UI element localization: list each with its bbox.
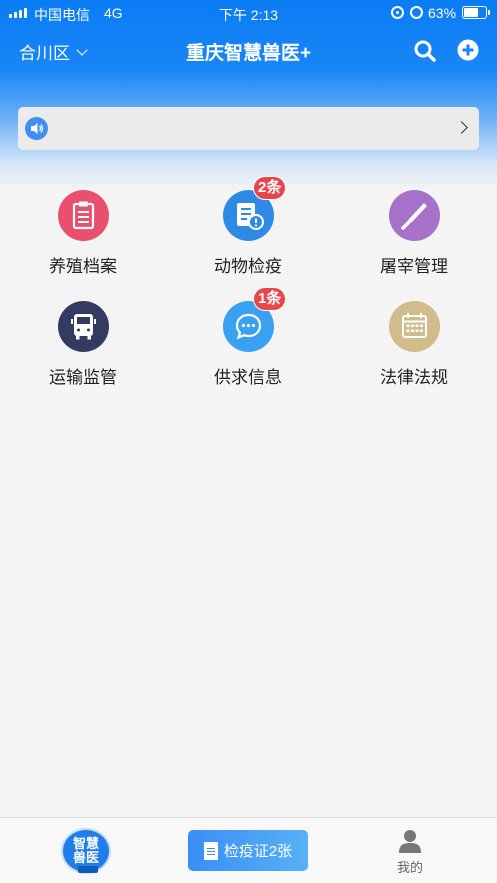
grid-item-breeding-records[interactable]: 养殖档案 — [13, 190, 153, 290]
grid-label: 运输监管 — [49, 368, 117, 387]
grid-label: 屠宰管理 — [380, 257, 448, 276]
grid-item-transport-supervision[interactable]: 运输监管 — [13, 301, 153, 401]
notice-bar[interactable] — [18, 107, 479, 150]
chevron-right-icon — [455, 121, 468, 134]
tab-bar: 智慧 兽医 检疫证2张 我的 — [0, 817, 497, 883]
grid-item-slaughter-management[interactable]: 屠宰管理 — [344, 190, 484, 290]
add-icon — [457, 39, 479, 61]
battery-icon — [462, 6, 487, 19]
grid-item-animal-quarantine[interactable]: 2条 动物检疫 — [178, 176, 318, 290]
certificate-label: 检疫证2张 — [223, 843, 293, 860]
search-button[interactable] — [412, 38, 438, 64]
alarm-icon — [410, 6, 423, 19]
clipboard-icon — [58, 190, 109, 241]
grid-label: 供求信息 — [214, 368, 282, 387]
status-bar: 中国电信 4G 下午 2:13 63% — [0, 0, 497, 26]
logo-line-2: 兽医 — [72, 850, 99, 865]
logo-ribbon — [78, 866, 98, 873]
document-icon — [203, 841, 218, 860]
badge-count: 2条 — [253, 176, 287, 200]
app-logo: 智慧 兽医 — [61, 828, 111, 874]
nav-bar: 合川区 重庆智慧兽医+ — [0, 30, 497, 70]
grid-item-supply-demand[interactable]: 1条 供求信息 — [178, 287, 318, 401]
grid-label: 法律法规 — [380, 368, 448, 387]
grid-item-laws-regulations[interactable]: 法律法规 — [344, 301, 484, 401]
truck-icon — [58, 301, 109, 352]
tab-mine[interactable]: 我的 — [388, 827, 432, 877]
calendar-icon — [389, 301, 440, 352]
knife-icon — [389, 190, 440, 241]
tab-home[interactable]: 智慧 兽医 — [61, 828, 111, 876]
grid-label: 动物检疫 — [214, 257, 282, 276]
quarantine-certificate-button[interactable]: 检疫证2张 — [188, 830, 308, 871]
orientation-lock-icon — [391, 6, 404, 19]
header-background — [0, 0, 497, 190]
tab-mine-label: 我的 — [396, 860, 423, 875]
badge-count: 1条 — [253, 287, 287, 311]
grid-label: 养殖档案 — [49, 257, 117, 276]
battery-tip — [488, 10, 490, 15]
logo-line-1: 智慧 — [72, 836, 99, 851]
person-icon — [399, 830, 421, 853]
battery-percent: 63% — [428, 5, 457, 21]
speaker-icon — [25, 117, 48, 140]
search-icon — [414, 40, 436, 62]
battery-fill — [464, 8, 479, 17]
add-button[interactable] — [457, 39, 479, 61]
